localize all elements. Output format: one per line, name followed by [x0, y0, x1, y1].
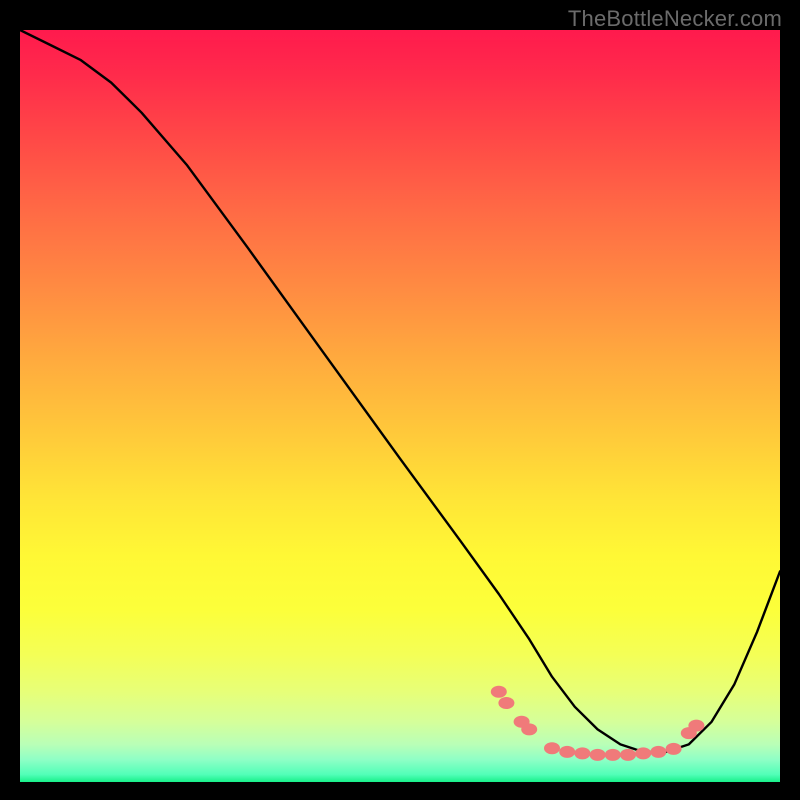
bead-9	[605, 749, 621, 761]
bead-13	[666, 743, 682, 755]
bead-4	[521, 723, 537, 735]
bead-1	[491, 686, 507, 698]
bead-6	[559, 746, 575, 758]
chart-frame: TheBottleNecker.com	[0, 0, 800, 800]
bead-5	[544, 742, 560, 754]
bead-12	[650, 746, 666, 758]
bead-group	[491, 686, 705, 761]
watermark-text: TheBottleNecker.com	[568, 6, 782, 32]
bottleneck-curve	[20, 30, 780, 752]
curve-svg	[20, 30, 780, 782]
bead-8	[590, 749, 606, 761]
bead-7	[574, 747, 590, 759]
bead-11	[635, 747, 651, 759]
plot-area	[20, 30, 780, 782]
bead-2	[498, 697, 514, 709]
bead-10	[620, 749, 636, 761]
bead-15	[688, 720, 704, 732]
